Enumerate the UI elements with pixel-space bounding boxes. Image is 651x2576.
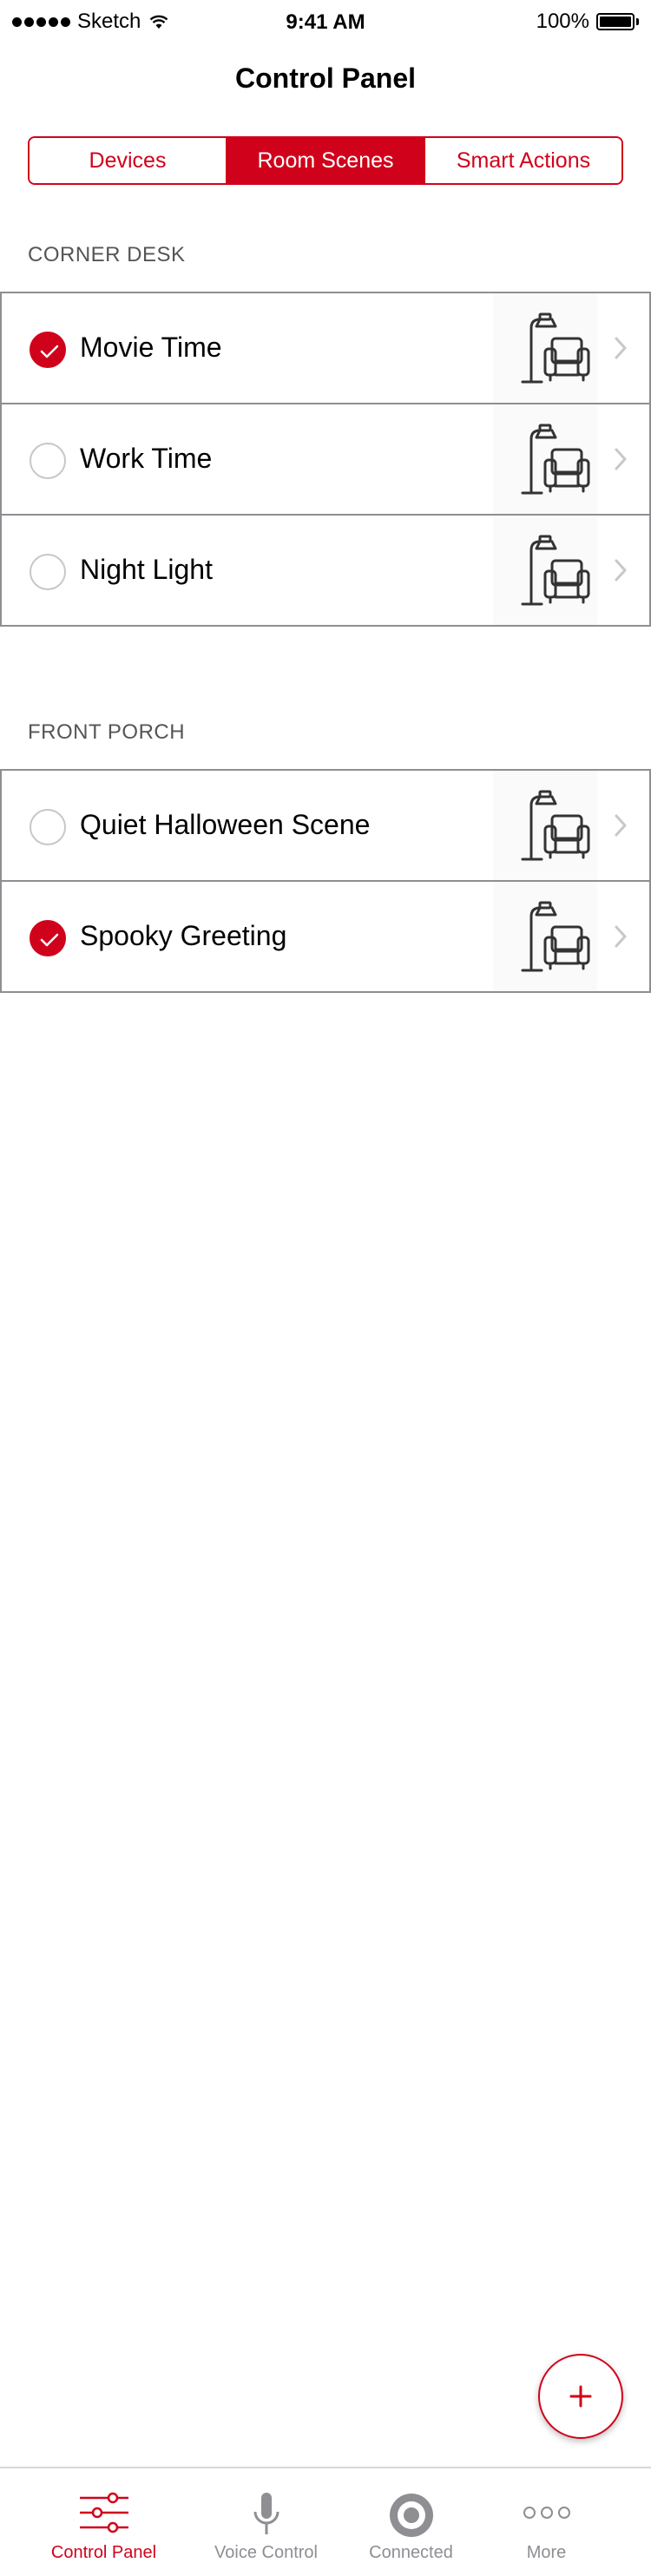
segment-room-scenes[interactable]: Room Scenes: [226, 138, 424, 183]
scene-row[interactable]: Quiet Halloween Scene: [0, 769, 651, 882]
checkbox-checked[interactable]: [30, 332, 66, 368]
page-title: Control Panel: [234, 62, 416, 94]
tab-control-panel[interactable]: Control Panel: [23, 2468, 185, 2576]
lamp-armchair-icon: [521, 790, 590, 861]
tab-label: More: [526, 2543, 567, 2562]
checkbox-unchecked[interactable]: [30, 554, 66, 590]
chevron-right-icon: [615, 337, 627, 359]
scene-name: Night Light: [80, 554, 213, 585]
section-header-corner-desk: CORNER DESK: [28, 243, 186, 266]
segment-devices[interactable]: Devices: [30, 138, 226, 183]
scene-row[interactable]: Night Light: [0, 516, 651, 627]
tab-label: Voice Control: [214, 2543, 318, 2562]
scene-list-corner-desk: Movie Time Work Time Night Light: [0, 292, 651, 627]
checkbox-unchecked[interactable]: [30, 443, 66, 479]
scene-icon-cell: [493, 404, 597, 514]
plus-icon: [569, 2385, 592, 2408]
scene-list-front-porch: Quiet Halloween Scene Spooky Greeting: [0, 769, 651, 993]
scene-icon-cell: [493, 293, 597, 403]
target-icon: [389, 2494, 433, 2537]
add-scene-button[interactable]: [538, 2354, 623, 2439]
segment-smart-actions[interactable]: Smart Actions: [424, 138, 621, 183]
tab-more[interactable]: More: [465, 2468, 628, 2576]
scene-name: Spooky Greeting: [80, 920, 287, 951]
more-dots-icon: [523, 2507, 570, 2519]
lamp-armchair-icon: [521, 535, 590, 606]
microphone-icon: [253, 2493, 279, 2534]
scene-name: Movie Time: [80, 332, 222, 363]
status-bar: Sketch 9:41 AM 100%: [0, 0, 651, 35]
tab-bar: Control Panel Voice Control Connected Mo…: [0, 2467, 651, 2576]
tab-voice-control[interactable]: Voice Control: [185, 2468, 347, 2576]
chevron-right-icon: [615, 559, 627, 582]
scene-icon-cell: [493, 771, 597, 880]
chevron-right-icon: [615, 925, 627, 948]
checkbox-unchecked[interactable]: [30, 809, 66, 845]
battery-percent: 100%: [536, 10, 589, 33]
scene-icon-cell: [493, 882, 597, 991]
lamp-armchair-icon: [521, 424, 590, 495]
status-right: 100%: [536, 10, 639, 34]
battery-icon: [596, 13, 635, 30]
checkmark-icon: [40, 345, 59, 358]
scene-row[interactable]: Work Time: [0, 404, 651, 516]
lamp-armchair-icon: [521, 312, 590, 384]
lamp-armchair-icon: [521, 901, 590, 972]
section-header-front-porch: FRONT PORCH: [28, 720, 186, 744]
chevron-right-icon: [615, 814, 627, 837]
chevron-right-icon: [615, 448, 627, 470]
sliders-icon: [79, 2492, 128, 2533]
checkmark-icon: [40, 933, 59, 947]
scene-icon-cell: [493, 516, 597, 625]
scene-name: Work Time: [80, 443, 213, 474]
checkbox-checked[interactable]: [30, 920, 66, 956]
segmented-control: Devices Room Scenes Smart Actions: [28, 136, 623, 185]
scene-row[interactable]: Movie Time: [0, 292, 651, 404]
scene-row[interactable]: Spooky Greeting: [0, 882, 651, 993]
tab-label: Control Panel: [50, 2543, 157, 2562]
scene-name: Quiet Halloween Scene: [80, 809, 371, 840]
